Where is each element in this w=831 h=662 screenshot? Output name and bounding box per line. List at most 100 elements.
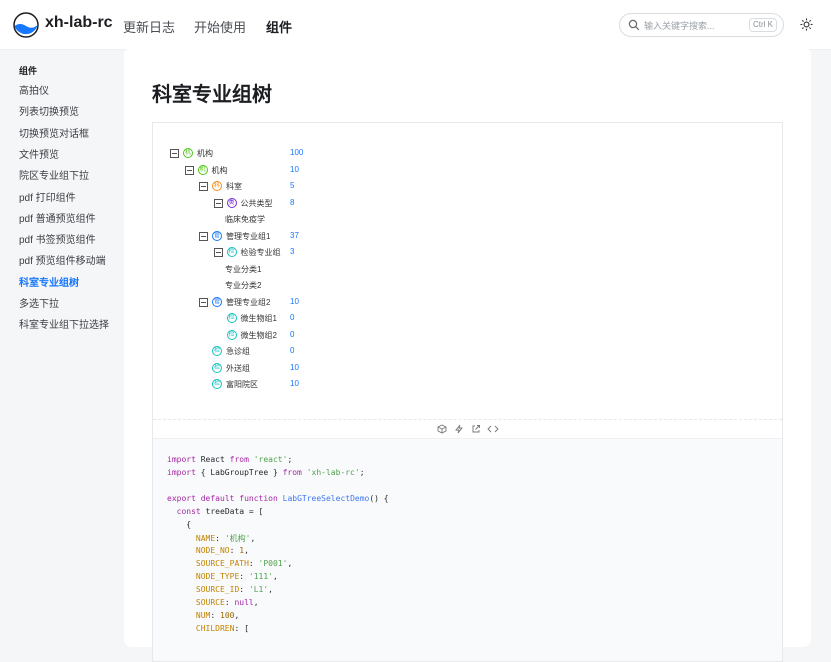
sidebar-item[interactable]: 高拍仪 bbox=[19, 82, 49, 97]
tree-node[interactable]: 检微生物组1 0 bbox=[170, 311, 340, 327]
tree-node-count: 10 bbox=[290, 362, 299, 372]
code-block: import React from 'react'; import { LabGr… bbox=[153, 439, 782, 661]
code-line: import React from 'react'; bbox=[167, 455, 293, 464]
external-link-icon[interactable] bbox=[471, 424, 481, 434]
tree-node-label: 专业分类2 bbox=[225, 281, 262, 290]
sidebar-item[interactable]: 文件预览 bbox=[19, 146, 59, 161]
node-type-icon: 检 bbox=[212, 346, 222, 356]
tree-node-label: 管理专业组1 bbox=[226, 231, 271, 241]
node-type-icon: 管 bbox=[212, 230, 222, 241]
node-type-icon: 类 bbox=[226, 197, 237, 208]
tree-node-count: 8 bbox=[290, 197, 295, 207]
tree-node-label: 富阳院区 bbox=[226, 380, 258, 389]
node-type-icon: 检 bbox=[226, 247, 237, 257]
node-type-icon: 管 bbox=[212, 296, 222, 307]
search-input[interactable]: 输入关键字搜索... Ctrl K bbox=[619, 13, 784, 37]
nav-getting-started[interactable]: 开始使用 bbox=[194, 17, 246, 36]
tree-node-count: 10 bbox=[290, 379, 299, 388]
sidebar-item[interactable]: pdf 打印组件 bbox=[19, 189, 76, 204]
code-line: NODE_TYPE: '111', bbox=[195, 572, 278, 581]
sidebar-item[interactable]: pdf 书签预览组件 bbox=[19, 231, 96, 246]
sidebar-item[interactable]: pdf 预览组件移动端 bbox=[19, 252, 106, 267]
sandbox-icon[interactable] bbox=[437, 424, 447, 434]
tree-node-label: 微生物组1 bbox=[240, 314, 277, 323]
tree-node[interactable]: 专业分类1 bbox=[170, 262, 340, 278]
node-type-icon: 科 bbox=[212, 181, 222, 191]
tree-node[interactable]: 科科室 5 bbox=[170, 179, 340, 195]
tree-node[interactable]: 专业分类2 bbox=[170, 278, 340, 294]
node-type-icon: 检 bbox=[226, 313, 237, 323]
sidebar-item[interactable]: 切换预览对话框 bbox=[19, 125, 89, 140]
tree-node-label: 急诊组 bbox=[226, 347, 250, 356]
code-line: SOURCE_ID: 'L1', bbox=[195, 585, 273, 594]
tree-node-count: 0 bbox=[290, 346, 295, 355]
sidebar-item[interactable]: 列表切换预览 bbox=[19, 103, 79, 118]
sidebar-item[interactable]: pdf 普通预览组件 bbox=[19, 210, 96, 225]
node-type-icon: 机 bbox=[183, 148, 193, 158]
tree-node-count: 0 bbox=[290, 329, 295, 339]
search-icon bbox=[628, 19, 640, 31]
collapse-toggle-icon[interactable] bbox=[213, 248, 223, 257]
code-line: SOURCE_PATH: 'P001', bbox=[195, 559, 293, 568]
node-type-icon: 机 bbox=[197, 164, 208, 175]
code-line: const treeData = [ bbox=[176, 507, 264, 516]
sidebar-item[interactable]: 科室专业组下拉选择 bbox=[19, 316, 109, 331]
tree-node-label: 管理专业组2 bbox=[226, 297, 271, 307]
sun-icon[interactable] bbox=[800, 18, 813, 31]
sidebar-group-title: 组件 bbox=[19, 66, 38, 76]
top-navbar: xh-lab-rc 更新日志 开始使用 组件 输入关键字搜索... Ctrl K bbox=[0, 0, 831, 50]
tree-node-count: 10 bbox=[290, 164, 299, 174]
sidebar-item[interactable]: 院区专业组下拉 bbox=[19, 167, 89, 182]
tree-node[interactable]: 检微生物组2 0 bbox=[170, 328, 340, 344]
lightning-icon[interactable] bbox=[454, 424, 464, 434]
code-icon[interactable] bbox=[487, 424, 499, 434]
sidebar-item[interactable]: 多选下拉 bbox=[19, 295, 59, 310]
code-line: import { LabGroupTree } from 'xh-lab-rc'… bbox=[167, 468, 365, 477]
collapse-toggle-icon[interactable] bbox=[199, 182, 208, 191]
tree-node-count: 37 bbox=[290, 230, 299, 240]
code-line: SOURCE: null, bbox=[195, 598, 259, 607]
tree-node[interactable]: 检外送组 10 bbox=[170, 361, 340, 377]
node-type-icon: 检 bbox=[212, 379, 222, 389]
tree-node[interactable]: 检富阳院区 10 bbox=[170, 377, 340, 393]
tree-node-count: 10 bbox=[290, 296, 299, 306]
tree-node[interactable]: 管管理专业组2 10 bbox=[170, 295, 340, 311]
demo-box: 机机构 100 机机构 10 科科室 5 类公共类型 8 临床免疫学管管理专业组1 37 检检验专业… bbox=[152, 122, 783, 662]
nav-components[interactable]: 组件 bbox=[266, 17, 292, 36]
tree-node-label: 临床免疫学 bbox=[225, 215, 265, 224]
tree-node-count: 3 bbox=[290, 247, 295, 256]
tree-node-count: 100 bbox=[290, 148, 304, 157]
node-type-icon: 检 bbox=[212, 362, 222, 373]
node-type-icon: 检 bbox=[226, 329, 237, 340]
tree-node-count: 5 bbox=[290, 181, 295, 190]
collapse-toggle-icon[interactable] bbox=[184, 165, 194, 175]
tree-node-label: 科室 bbox=[226, 182, 242, 191]
tree-node[interactable]: 机机构 100 bbox=[170, 146, 340, 162]
page-title: 科室专业组树 bbox=[152, 84, 272, 106]
logo-icon[interactable] bbox=[13, 12, 39, 38]
tree-node-label: 机构 bbox=[211, 165, 228, 175]
code-line: NODE_NO: 1, bbox=[195, 546, 249, 555]
tree-node[interactable]: 类公共类型 8 bbox=[170, 196, 340, 212]
sidebar-item[interactable]: 科室专业组树 bbox=[19, 274, 79, 289]
collapse-toggle-icon[interactable] bbox=[170, 149, 179, 158]
tree-node[interactable]: 机机构 10 bbox=[170, 163, 340, 179]
nav-changelog[interactable]: 更新日志 bbox=[123, 17, 175, 36]
brand-name[interactable]: xh-lab-rc bbox=[45, 14, 113, 32]
collapse-toggle-icon[interactable] bbox=[199, 231, 208, 241]
tree-node-label: 检验专业组 bbox=[240, 248, 281, 257]
tree-node[interactable]: 检急诊组 0 bbox=[170, 344, 340, 360]
collapse-toggle-icon[interactable] bbox=[213, 198, 223, 208]
tree-node-label: 专业分类1 bbox=[225, 264, 262, 274]
tree-preview: 机机构 100 机机构 10 科科室 5 类公共类型 8 临床免疫学管管理专业组1 37 检检验专业… bbox=[153, 123, 782, 419]
code-line: CHILDREN: [ bbox=[195, 624, 249, 633]
search-placeholder: 输入关键字搜索... bbox=[644, 21, 715, 31]
tree-node-label: 机构 bbox=[197, 149, 213, 158]
tree-node[interactable]: 管管理专业组1 37 bbox=[170, 229, 340, 245]
tree-node[interactable]: 临床免疫学 bbox=[170, 212, 340, 228]
collapse-toggle-icon[interactable] bbox=[199, 297, 208, 307]
main-content: 科室专业组树 机机构 100 机机构 10 科科室 5 类公共类型 8 临床免疫学管管理专业组1… bbox=[124, 47, 811, 662]
tree-node-count: 0 bbox=[290, 313, 295, 322]
tree-node-label: 微生物组2 bbox=[240, 330, 277, 340]
tree-node[interactable]: 检检验专业组 3 bbox=[170, 245, 340, 261]
